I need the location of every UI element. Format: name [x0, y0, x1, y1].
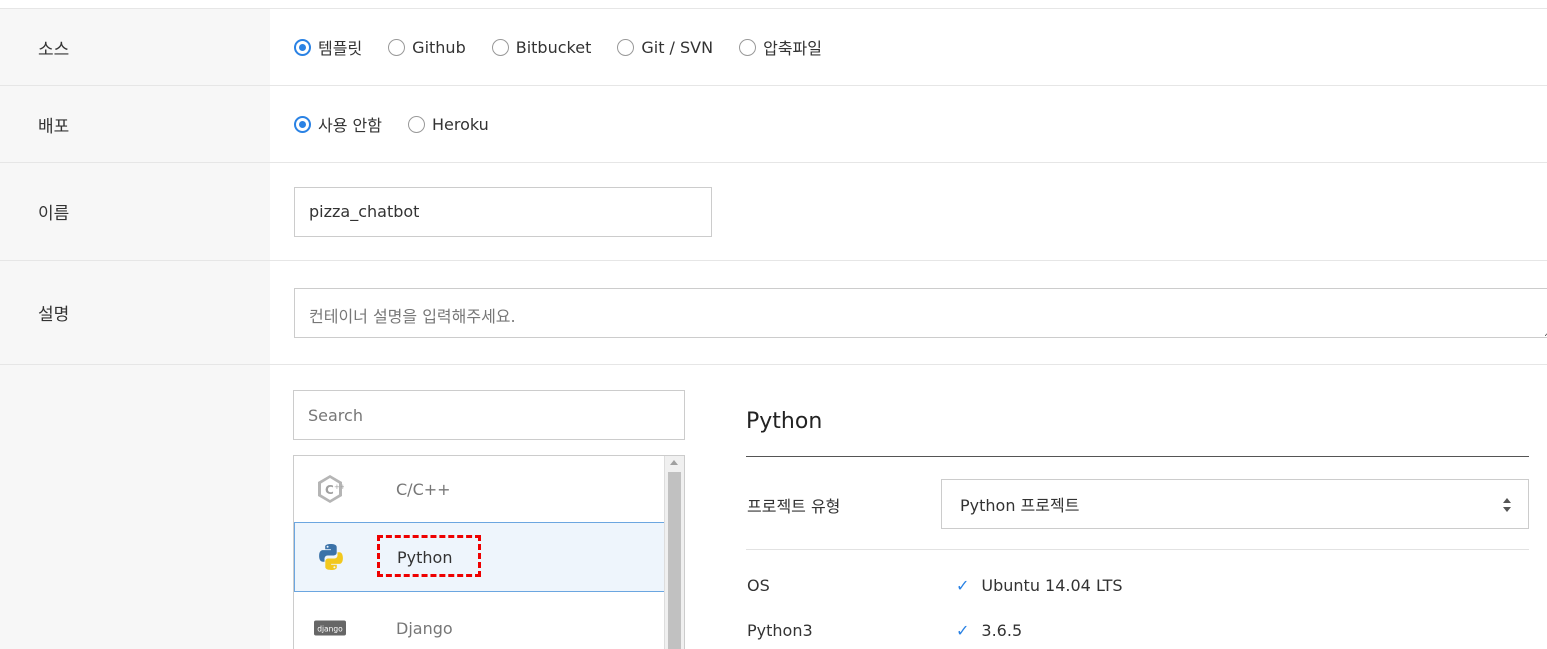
deploy-option-heroku[interactable]: Heroku	[407, 114, 489, 134]
source-option-git-svn[interactable]: Git / SVN	[617, 38, 713, 57]
radio-unchecked-icon[interactable]	[739, 38, 757, 56]
source-radio-group: 템플릿 Github Bitbucket Git / SVN 압축파일	[294, 35, 848, 59]
radio-unchecked-icon[interactable]	[407, 115, 425, 133]
project-type-select[interactable]: Python 프로젝트	[941, 479, 1529, 529]
radio-label: 압축파일	[763, 39, 822, 58]
django-icon-text: django	[317, 624, 343, 633]
description-input[interactable]	[294, 288, 1547, 338]
radio-unchecked-icon[interactable]	[388, 38, 406, 56]
cpp-icon: C ++	[314, 473, 346, 505]
divider	[746, 456, 1529, 457]
spec-value-text: 3.6.5	[981, 621, 1023, 640]
list-item-label: C/C++	[396, 479, 451, 499]
deploy-option-none[interactable]: 사용 안함	[294, 112, 382, 136]
deploy-label: 배포	[0, 86, 270, 162]
radio-checked-icon[interactable]	[294, 38, 311, 56]
divider	[746, 549, 1529, 550]
django-icon: django	[314, 612, 346, 644]
detail-title: Python	[746, 409, 823, 434]
list-scrollbar[interactable]	[664, 456, 684, 649]
scroll-up-icon[interactable]	[670, 460, 678, 465]
name-row: 이름	[0, 163, 1547, 261]
source-option-github[interactable]: Github	[388, 38, 466, 57]
project-type-label: 프로젝트 유형	[747, 497, 841, 516]
description-row: 설명	[0, 261, 1547, 365]
stack-search-input[interactable]	[293, 390, 685, 440]
source-row: 소스 템플릿 Github Bitbucket Git / SVN 압축파일	[0, 8, 1547, 86]
check-icon: ✓	[956, 576, 970, 595]
name-input[interactable]	[294, 186, 712, 237]
svg-text:++: ++	[334, 483, 344, 491]
radio-label: 템플릿	[318, 39, 363, 58]
spec-key-python3: Python3	[747, 621, 813, 640]
spec-value-os: ✓ Ubuntu 14.04 LTS	[956, 576, 1123, 595]
svg-text:C: C	[325, 483, 334, 497]
radio-label: Bitbucket	[515, 37, 592, 57]
source-option-archive[interactable]: 압축파일	[739, 35, 822, 59]
list-item-django[interactable]: django Django	[294, 594, 666, 649]
source-label: 소스	[0, 9, 270, 85]
source-option-bitbucket[interactable]: Bitbucket	[491, 37, 592, 57]
name-label: 이름	[0, 163, 270, 260]
select-updown-icon	[1503, 498, 1511, 512]
radio-unchecked-icon[interactable]	[491, 38, 509, 56]
spec-key-os: OS	[747, 576, 770, 595]
radio-label: Heroku	[431, 114, 489, 134]
list-item-label: Django	[396, 618, 453, 638]
deploy-radio-group: 사용 안함 Heroku	[294, 112, 515, 136]
deploy-row: 배포 사용 안함 Heroku	[0, 86, 1547, 163]
spec-value-python3: ✓ 3.6.5	[956, 621, 1022, 640]
radio-label: 사용 안함	[318, 116, 382, 135]
python-icon	[315, 541, 347, 573]
scrollbar-thumb[interactable]	[668, 472, 681, 649]
description-label: 설명	[0, 261, 270, 364]
spec-value-text: Ubuntu 14.04 LTS	[981, 576, 1123, 595]
stack-list[interactable]: C ++ C/C++ Python django Django	[293, 455, 685, 649]
highlight-annotation	[377, 535, 481, 577]
radio-label: Github	[412, 37, 466, 57]
source-option-template[interactable]: 템플릿	[294, 35, 362, 59]
check-icon: ✓	[956, 621, 970, 640]
list-item-python[interactable]: Python	[294, 522, 666, 592]
list-item-cpp[interactable]: C ++ C/C++	[294, 456, 666, 522]
stack-label-empty	[0, 365, 270, 649]
radio-unchecked-icon[interactable]	[617, 38, 635, 56]
radio-label: Git / SVN	[641, 37, 714, 57]
project-type-value: Python 프로젝트	[960, 496, 1080, 515]
radio-checked-icon[interactable]	[294, 115, 311, 133]
